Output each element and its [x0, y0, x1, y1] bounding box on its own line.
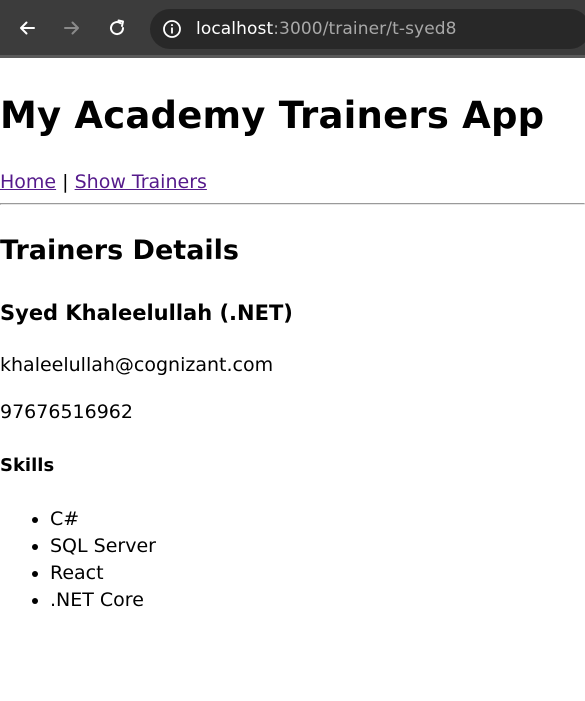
forward-button[interactable]: [59, 15, 85, 41]
app-title: My Academy Trainers App: [0, 94, 545, 137]
list-item: React: [50, 560, 156, 587]
home-link[interactable]: Home: [0, 171, 56, 193]
info-icon[interactable]: [162, 19, 182, 39]
main-nav: Home | Show Trainers: [0, 170, 207, 194]
list-item: C#: [50, 506, 156, 533]
show-trainers-link[interactable]: Show Trainers: [75, 171, 207, 193]
address-bar[interactable]: localhost:3000/trainer/t-syed8: [150, 9, 585, 49]
skills-heading: Skills: [0, 455, 55, 476]
list-item: .NET Core: [50, 587, 156, 614]
skills-list: C# SQL Server React .NET Core: [0, 506, 156, 614]
list-item: SQL Server: [50, 533, 156, 560]
back-arrow-icon: [20, 21, 35, 34]
trainer-phone: 97676516962: [0, 401, 133, 423]
reload-icon: [110, 19, 125, 35]
url-text: localhost:3000/trainer/t-syed8: [196, 19, 457, 39]
browser-toolbar: localhost:3000/trainer/t-syed8: [0, 0, 585, 58]
url-path: :3000/trainer/t-syed8: [273, 19, 457, 39]
section-title: Trainers Details: [0, 235, 239, 266]
trainer-name: Syed Khaleelullah (.NET): [0, 301, 293, 325]
back-button[interactable]: [14, 15, 40, 41]
url-host: localhost: [196, 19, 274, 39]
divider: [0, 203, 585, 205]
trainer-email: khaleelullah@cognizant.com: [0, 354, 274, 376]
nav-separator: |: [62, 171, 69, 193]
forward-arrow-icon: [64, 21, 79, 34]
reload-button[interactable]: [104, 15, 130, 41]
